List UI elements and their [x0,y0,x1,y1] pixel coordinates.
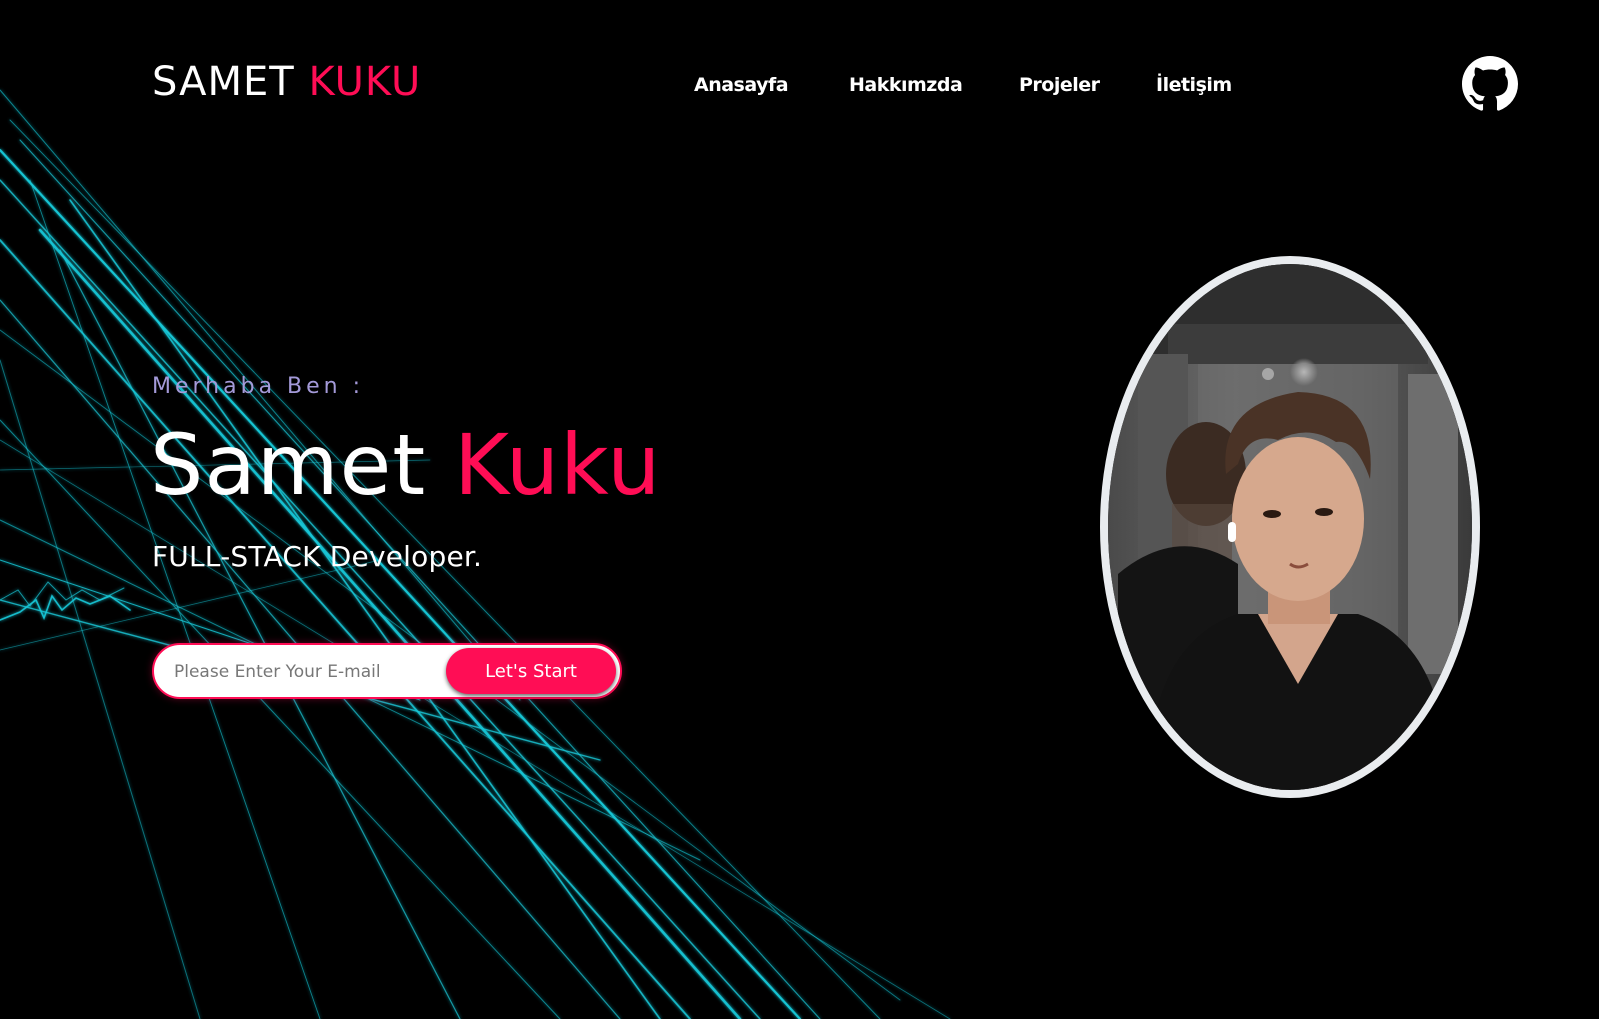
site-logo[interactable]: SAMET KUKU [152,56,421,108]
profile-photo-illustration [1108,264,1472,790]
logo-first-name: SAMET [152,59,295,105]
lets-start-button[interactable]: Let's Start [446,648,616,694]
nav-item-anasayfa[interactable]: Anasayfa [694,68,789,102]
github-icon[interactable] [1462,56,1518,112]
hero-name: Samet Kuku [150,410,661,520]
logo-last-name: KUKU [308,59,422,105]
page: SAMET KUKU Anasayfa Hakkımzda Projeler İ… [0,0,1599,1019]
nav-item-iletisim[interactable]: İletişim [1156,68,1232,102]
role-subtitle: FULL-STACK Developer. [152,540,483,573]
email-signup-form: Let's Start [152,643,622,699]
nav-item-hakkimizda[interactable]: Hakkımzda [849,68,963,102]
hero-last-name: Kuku [453,416,662,514]
hero-first-name: Samet [150,416,427,514]
profile-photo [1100,256,1480,798]
email-field[interactable] [172,653,446,691]
greeting-text: Merhaba Ben : [152,374,365,399]
nav-item-projeler[interactable]: Projeler [1019,68,1100,102]
